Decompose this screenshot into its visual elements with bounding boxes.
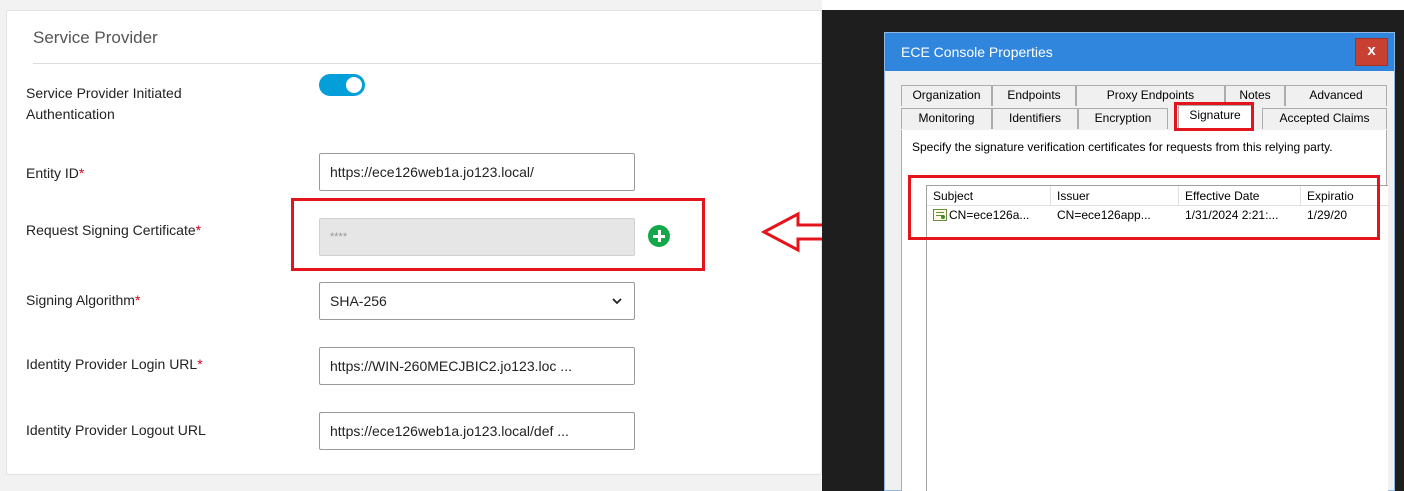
tab-encryption[interactable]: Encryption bbox=[1078, 108, 1168, 129]
sp-initiated-auth-label-line2: Authentication bbox=[26, 106, 115, 122]
request-signing-certificate-label: Request Signing Certificate* bbox=[26, 220, 201, 241]
tab-monitoring[interactable]: Monitoring bbox=[901, 108, 992, 129]
idp-login-url-label: Identity Provider Login URL* bbox=[26, 354, 203, 375]
idp-logout-url-label-text: Identity Provider Logout URL bbox=[26, 422, 206, 438]
idp-login-url-label-text: Identity Provider Login URL bbox=[26, 356, 198, 372]
idp-login-url-input[interactable]: https://WIN-260MECJBIC2.jo123.loc ... bbox=[319, 347, 635, 385]
entity-id-label: Entity ID* bbox=[26, 163, 84, 184]
required-marker: * bbox=[134, 292, 141, 308]
entity-id-label-text: Entity ID bbox=[26, 165, 79, 181]
required-marker: * bbox=[78, 165, 85, 181]
toggle-knob bbox=[346, 77, 362, 93]
highlight-box-certificate-list bbox=[908, 175, 1380, 240]
idp-logout-url-input[interactable]: https://ece126web1a.jo123.local/def ... bbox=[319, 412, 635, 450]
chevron-down-icon bbox=[612, 298, 622, 305]
dialog-titlebar[interactable]: ECE Console Properties x bbox=[885, 33, 1394, 71]
entity-id-input[interactable]: https://ece126web1a.jo123.local/ bbox=[319, 153, 635, 191]
tab-accepted-claims[interactable]: Accepted Claims bbox=[1262, 108, 1387, 129]
ece-console-properties-dialog: ECE Console Properties x Organization En… bbox=[884, 32, 1395, 491]
request-signing-certificate-label-text: Request Signing Certificate bbox=[26, 222, 196, 238]
tab-advanced[interactable]: Advanced bbox=[1285, 85, 1387, 106]
sp-initiated-auth-label: Service Provider Initiated Authenticatio… bbox=[26, 83, 182, 125]
section-divider bbox=[33, 63, 823, 64]
sp-initiated-auth-label-line1: Service Provider Initiated bbox=[26, 85, 182, 101]
required-marker: * bbox=[195, 222, 202, 238]
section-title: Service Provider bbox=[33, 28, 158, 47]
highlight-box-signature-tab bbox=[1174, 102, 1254, 131]
signing-algorithm-select[interactable]: SHA-256 bbox=[319, 282, 635, 320]
tab-endpoints[interactable]: Endpoints bbox=[992, 85, 1076, 106]
highlight-box-certificate-field bbox=[291, 198, 705, 271]
signing-algorithm-label-text: Signing Algorithm bbox=[26, 292, 135, 308]
tab-organization[interactable]: Organization bbox=[901, 85, 992, 106]
signature-description: Specify the signature verification certi… bbox=[912, 140, 1333, 154]
tab-identifiers[interactable]: Identifiers bbox=[992, 108, 1078, 129]
close-button[interactable]: x bbox=[1355, 38, 1388, 66]
signing-algorithm-value: SHA-256 bbox=[330, 293, 387, 309]
idp-logout-url-label: Identity Provider Logout URL bbox=[26, 420, 206, 441]
dialog-title: ECE Console Properties bbox=[901, 44, 1053, 60]
required-marker: * bbox=[197, 356, 203, 372]
close-icon: x bbox=[1367, 42, 1376, 59]
signing-algorithm-label: Signing Algorithm* bbox=[26, 290, 140, 311]
sp-initiated-auth-toggle[interactable] bbox=[319, 74, 365, 96]
